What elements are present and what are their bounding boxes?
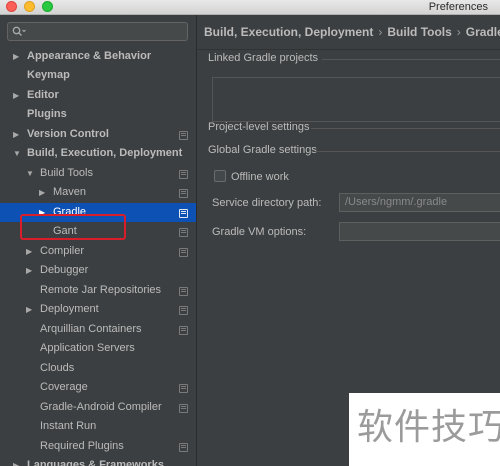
global-settings-heading: Global Gradle settings — [208, 144, 317, 156]
linked-projects-heading: Linked Gradle projects — [208, 52, 319, 64]
expand-arrow-icon[interactable]: ▶ — [39, 183, 45, 202]
sidebar-item-languages-frameworks[interactable]: ▶ Languages & Frameworks — [0, 456, 196, 466]
sidebar-item-keymap[interactable]: Keymap — [0, 66, 196, 85]
sidebar-item-compiler[interactable]: ▶ Compiler — [0, 242, 196, 261]
sidebar-item-remote-jar-repositories[interactable]: Remote Jar Repositories — [0, 281, 196, 300]
linked-projects-list[interactable] — [212, 77, 500, 122]
project-settings-icon — [179, 404, 188, 413]
project-level-heading: Project-level settings — [208, 121, 310, 133]
sidebar-item-label: Build, Execution, Deployment — [27, 147, 183, 159]
breadcrumb-separator: › — [456, 25, 461, 39]
section-divider — [311, 128, 500, 129]
project-settings-icon — [179, 209, 188, 218]
sidebar-item-build-execution-deployment[interactable]: ▼ Build, Execution, Deployment — [0, 144, 196, 163]
collapse-arrow-icon[interactable]: ▼ — [26, 164, 34, 183]
annotation-highlight-box — [20, 214, 126, 240]
sidebar-item-label: Editor — [27, 89, 59, 101]
sidebar-item-instant-run[interactable]: Instant Run — [0, 417, 196, 436]
offline-work-checkbox[interactable] — [214, 170, 226, 182]
project-settings-icon — [179, 228, 188, 237]
sidebar-item-maven[interactable]: ▶ Maven — [0, 183, 196, 202]
sidebar-item-plugins[interactable]: Plugins — [0, 105, 196, 124]
project-settings-icon — [179, 306, 188, 315]
sidebar-item-label: Languages & Frameworks — [27, 459, 164, 466]
watermark: 软件技巧 — [349, 393, 500, 466]
project-settings-icon — [179, 189, 188, 198]
sidebar-item-application-servers[interactable]: Application Servers — [0, 339, 196, 358]
window-title-bar: Preferences — [0, 0, 500, 15]
sidebar-item-label: Arquillian Containers — [40, 323, 142, 335]
search-icon — [12, 26, 26, 36]
sidebar-item-label: Deployment — [40, 303, 99, 315]
sidebar-item-label: Coverage — [40, 381, 88, 393]
breadcrumb-separator: › — [378, 25, 383, 39]
settings-sidebar: ▶ Appearance & Behavior Keymap ▶ Editor … — [0, 15, 196, 466]
sidebar-item-label: Required Plugins — [40, 440, 124, 452]
sidebar-item-label: Instant Run — [40, 420, 97, 432]
expand-arrow-icon[interactable]: ▶ — [13, 47, 19, 66]
project-settings-icon — [179, 384, 188, 393]
expand-arrow-icon[interactable]: ▶ — [13, 86, 19, 105]
service-directory-label: Service directory path: — [212, 197, 322, 209]
window-title: Preferences — [428, 1, 488, 13]
breadcrumb-item: Gradle — [465, 25, 500, 39]
collapse-arrow-icon[interactable]: ▼ — [13, 144, 21, 163]
section-divider — [322, 59, 500, 60]
header-divider — [197, 49, 500, 50]
sidebar-item-label: Appearance & Behavior — [27, 50, 152, 62]
sidebar-item-label: Build Tools — [40, 167, 93, 179]
expand-arrow-icon[interactable]: ▶ — [26, 242, 32, 261]
minimize-window-button[interactable] — [24, 1, 35, 12]
expand-arrow-icon[interactable]: ▶ — [13, 125, 19, 144]
close-window-button[interactable] — [6, 1, 17, 12]
breadcrumb: Build, Execution, Deployment › Build Tools… — [204, 23, 500, 41]
watermark-text: 软件技巧 — [357, 406, 500, 447]
offline-work-label[interactable]: Offline work — [231, 170, 289, 184]
sidebar-item-label: Keymap — [27, 69, 70, 81]
project-settings-icon — [179, 326, 188, 335]
sidebar-item-label: Gradle-Android Compiler — [40, 401, 162, 413]
sidebar-item-coverage[interactable]: Coverage — [0, 378, 196, 397]
expand-arrow-icon[interactable]: ▶ — [26, 261, 32, 280]
project-settings-icon — [179, 443, 188, 452]
project-settings-icon — [179, 131, 188, 140]
section-divider — [315, 151, 500, 152]
gradle-vm-options-field[interactable] — [339, 222, 500, 241]
sidebar-item-label: Maven — [53, 186, 87, 198]
sidebar-item-label: Compiler — [40, 245, 85, 257]
sidebar-item-label: Application Servers — [40, 342, 135, 354]
sidebar-item-label: Version Control — [27, 128, 109, 140]
sidebar-item-debugger[interactable]: ▶ Debugger — [0, 261, 196, 280]
sidebar-item-label: Clouds — [40, 362, 75, 374]
expand-arrow-icon[interactable]: ▶ — [13, 456, 19, 466]
sidebar-item-appearance-behavior[interactable]: ▶ Appearance & Behavior — [0, 47, 196, 66]
sidebar-item-deployment[interactable]: ▶ Deployment — [0, 300, 196, 319]
project-settings-icon — [179, 287, 188, 296]
sidebar-item-version-control[interactable]: ▶ Version Control — [0, 125, 196, 144]
breadcrumb-item: Build, Execution, Deployment — [204, 25, 374, 39]
sidebar-item-arquillian-containers[interactable]: Arquillian Containers — [0, 320, 196, 339]
sidebar-item-build-tools[interactable]: ▼ Build Tools — [0, 164, 196, 183]
sidebar-item-editor[interactable]: ▶ Editor — [0, 86, 196, 105]
service-directory-field[interactable]: /Users/ngmm/.gradle — [339, 193, 500, 212]
project-settings-icon — [179, 170, 188, 179]
sidebar-item-clouds[interactable]: Clouds — [0, 359, 196, 378]
breadcrumb-item: Build Tools — [387, 25, 452, 39]
settings-search-input[interactable] — [7, 22, 188, 41]
sidebar-item-gradle-android-compiler[interactable]: Gradle-Android Compiler — [0, 398, 196, 417]
project-settings-icon — [179, 248, 188, 257]
sidebar-item-label: Remote Jar Repositories — [40, 284, 162, 296]
sidebar-item-label: Plugins — [27, 108, 67, 120]
expand-arrow-icon[interactable]: ▶ — [26, 300, 32, 319]
sidebar-item-required-plugins[interactable]: Required Plugins — [0, 437, 196, 456]
gradle-vm-options-label: Gradle VM options: — [212, 226, 307, 238]
zoom-window-button[interactable] — [42, 1, 53, 12]
sidebar-item-label: Debugger — [40, 264, 89, 276]
